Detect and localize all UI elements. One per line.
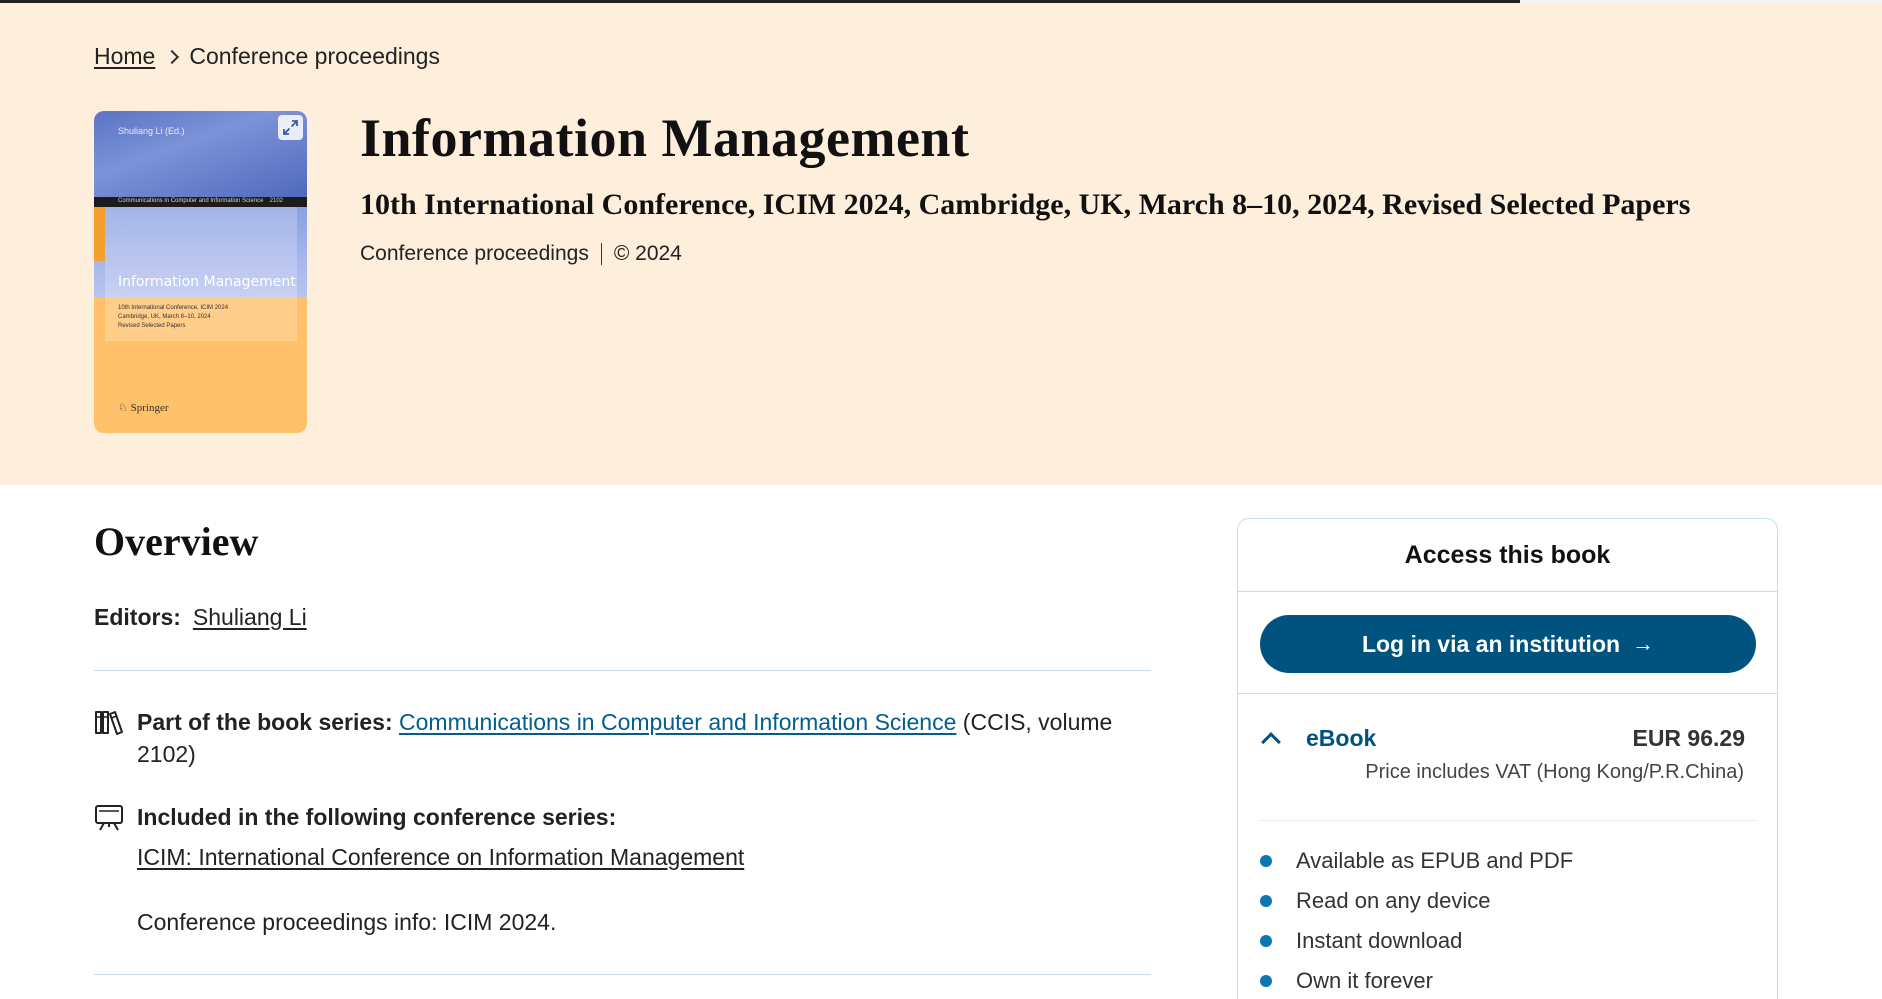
meta-divider [600, 243, 602, 265]
editor-link[interactable]: Shuliang Li [193, 604, 307, 631]
feature-text: Read on any device [1296, 888, 1491, 913]
chevron-right-icon [165, 49, 180, 64]
feature-item: Available as EPUB and PDF [1260, 845, 1573, 885]
card-divider [1260, 820, 1756, 821]
cover-subtitle-line: Revised Selected Papers [118, 323, 186, 329]
divider [94, 974, 1151, 975]
book-subtitle: 10th International Conference, ICIM 2024… [360, 188, 1691, 221]
book-title: Information Management [360, 108, 970, 168]
cover-subtitle-line: Cambridge, UK, March 8–10, 2024 [118, 314, 211, 320]
bullet-icon [1260, 855, 1272, 867]
expand-icon[interactable] [278, 115, 303, 140]
feature-text: Own it forever [1296, 968, 1433, 993]
cover-title: Information Management [118, 274, 296, 290]
conference-series-label: Included in the following conference ser… [137, 804, 617, 830]
book-series-label: Part of the book series: [137, 709, 393, 735]
access-card: Access this book Log in via an instituti… [1237, 518, 1778, 999]
ebook-price: EUR 96.29 [1632, 725, 1745, 751]
breadcrumb: Home Conference proceedings [94, 43, 440, 70]
card-divider [1238, 693, 1777, 694]
cover-subtitle: 10th International Conference, ICIM 2024… [118, 304, 288, 331]
cover-publisher: ♘ Springer [118, 402, 169, 414]
cover-publisher-name: Springer [130, 402, 169, 414]
breadcrumb-home-link[interactable]: Home [94, 43, 155, 70]
cover-volume: 2102 [269, 198, 283, 204]
ebook-features: Available as EPUB and PDF Read on any de… [1260, 845, 1573, 999]
breadcrumb-current: Conference proceedings [189, 43, 440, 69]
hero-banner: Home Conference proceedings Shuliang Li … [0, 3, 1882, 485]
divider [94, 670, 1151, 671]
cover-editor: Shuliang Li (Ed.) [118, 126, 185, 136]
book-cover[interactable]: Shuliang Li (Ed.) Communications in Comp… [94, 111, 307, 433]
content-type: Conference proceedings [360, 242, 589, 265]
institution-login-label: Log in via an institution [1361, 630, 1621, 657]
cover-series: Communications in Computer and Informati… [118, 198, 264, 204]
conference-info: Conference proceedings info: ICIM 2024. [137, 909, 557, 935]
editors: Editors: Shuliang Li [94, 604, 307, 631]
ebook-label: eBook [1306, 725, 1377, 751]
overview-heading: Overview [94, 519, 259, 564]
bullet-icon [1260, 895, 1272, 907]
editors-label: Editors: [94, 604, 181, 630]
cover-subtitle-line: 10th International Conference, ICIM 2024 [118, 305, 229, 311]
feature-item: Read on any device [1260, 885, 1573, 925]
feature-text: Instant download [1296, 928, 1463, 953]
conference-series-link[interactable]: ICIM: International Conference on Inform… [137, 844, 744, 871]
book-series-link[interactable]: Communications in Computer and Informati… [399, 709, 956, 735]
bullet-icon [1260, 975, 1272, 987]
access-title: Access this book [1238, 519, 1777, 592]
feature-item: Own it forever [1260, 965, 1573, 999]
vat-note: Price includes VAT (Hong Kong/P.R.China) [1365, 761, 1744, 783]
feature-text: Available as EPUB and PDF [1296, 848, 1574, 873]
bullet-icon [1260, 935, 1272, 947]
books-icon [95, 711, 123, 735]
ebook-toggle[interactable]: eBook EUR 96.29 [1260, 725, 1756, 759]
copyright-year: © 2024 [613, 242, 682, 265]
cover-strip [94, 207, 105, 261]
book-meta: Conference proceedings © 2024 [360, 242, 682, 266]
arrow-right-icon: → [1632, 631, 1655, 656]
institution-login-button[interactable]: Log in via an institution → [1260, 615, 1756, 673]
feature-item: Instant download [1260, 925, 1573, 965]
book-series-text: Part of the book series: Communications … [137, 706, 1137, 770]
presentation-icon [95, 805, 123, 831]
chevron-up-icon [1261, 732, 1281, 752]
expand-icon-svg [283, 120, 298, 135]
cover-image-top [94, 111, 307, 197]
